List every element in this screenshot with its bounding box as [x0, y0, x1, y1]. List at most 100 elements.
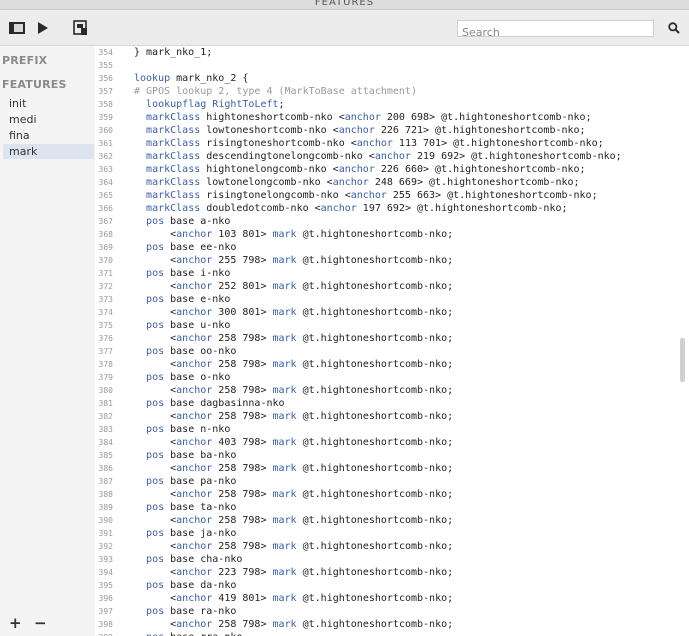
sidebar-item-init[interactable]: init	[3, 96, 94, 111]
sidebar-item-fina[interactable]: fina	[3, 128, 94, 143]
code-line[interactable]: 393 pos base cha-nko	[95, 553, 689, 566]
code-line[interactable]: 371 pos base i-nko	[95, 267, 689, 280]
line-number: 396	[98, 594, 113, 603]
code-line[interactable]: 384 <anchor 403 798> mark @t.hightonesho…	[95, 436, 689, 449]
search-box[interactable]	[457, 20, 654, 40]
code-line[interactable]: 381 pos base dagbasinna-nko	[95, 397, 689, 410]
code-line[interactable]: 363 markClass hightonelongcomb-nko <anch…	[95, 163, 689, 176]
code-line[interactable]: 373 pos base e-nko	[95, 293, 689, 306]
code-text: <anchor 419 801> mark @t.hightoneshortco…	[134, 592, 453, 605]
code-line[interactable]: 385 pos base ba-nko	[95, 449, 689, 462]
editor-scrollbar-thumb[interactable]	[680, 338, 685, 382]
code-token: 255 798>	[212, 255, 273, 266]
sidebar: PREFIX FEATURES init medi fina mark + −	[0, 46, 95, 636]
preview-button[interactable]	[70, 17, 92, 39]
run-button[interactable]	[32, 17, 54, 39]
code-line[interactable]: 358 lookupflag RightToLeft;	[95, 98, 689, 111]
code-line[interactable]: 399 pos base rra-nko	[95, 631, 689, 636]
code-line[interactable]: 376 <anchor 258 798> mark @t.hightonesho…	[95, 332, 689, 345]
sidebar-item-mark[interactable]: mark	[3, 144, 94, 159]
keyword-token: mark	[272, 515, 297, 526]
keyword-token: markClass	[146, 190, 201, 201]
code-line[interactable]: 397 pos base ra-nko	[95, 605, 689, 618]
code-text: <anchor 252 801> mark @t.hightoneshortco…	[134, 280, 453, 293]
code-line[interactable]: 383 pos base n-nko	[95, 423, 689, 436]
code-line[interactable]: 357 # GPOS lookup 2, type 4 (MarkToBase a…	[95, 85, 689, 98]
code-line[interactable]: 359 markClass hightoneshortcomb-nko <anc…	[95, 111, 689, 124]
code-token: @t.hightoneshortcomb-nko;	[296, 541, 454, 552]
sidebar-toggle-icon	[9, 22, 25, 34]
code-token: lowtoneshortcomb-nko <	[200, 125, 339, 136]
code-line[interactable]: 377 pos base oo-nko	[95, 345, 689, 358]
keyword-token: mark	[272, 437, 297, 448]
code-line[interactable]: 367 pos base a-nko	[95, 215, 689, 228]
line-number: 373	[98, 295, 113, 304]
sidebar-item-medi[interactable]: medi	[3, 112, 94, 127]
code-line[interactable]: 387 pos base pa-nko	[95, 475, 689, 488]
line-number: 378	[98, 360, 113, 369]
code-line[interactable]: 369 pos base ee-nko	[95, 241, 689, 254]
code-line[interactable]: 374 <anchor 300 801> mark @t.hightonesho…	[95, 306, 689, 319]
sidebar-toggle-button[interactable]	[6, 17, 28, 39]
code-editor[interactable]: 354} mark_nko_1; 355 356 lookup mark_nko_2 …	[95, 46, 689, 636]
window-title: FEATURES	[314, 0, 375, 8]
code-line[interactable]: 380 <anchor 258 798> mark @t.hightonesho…	[95, 384, 689, 397]
code-line[interactable]: 362 markClass descendingtonelongcomb-nko…	[95, 150, 689, 163]
code-line[interactable]: 365 markClass risingtonelongcomb-nko <an…	[95, 189, 689, 202]
code-token: @t.hightoneshortcomb-nko;	[296, 385, 454, 396]
code-line[interactable]: 368 <anchor 103 801> mark @t.hightonesho…	[95, 228, 689, 241]
code-line[interactable]: 395 pos base da-nko	[95, 579, 689, 592]
sidebar-heading-features[interactable]: FEATURES	[2, 78, 67, 91]
code-text: <anchor 300 801> mark @t.hightoneshortco…	[134, 306, 453, 319]
code-line[interactable]: 370 <anchor 255 798> mark @t.hightonesho…	[95, 254, 689, 267]
remove-feature-button[interactable]: −	[34, 614, 47, 632]
code-line[interactable]: 392 <anchor 258 798> mark @t.hightonesho…	[95, 540, 689, 553]
code-line[interactable]: 386 <anchor 258 798> mark @t.hightonesho…	[95, 462, 689, 475]
code-text: pos base ba-nko	[134, 449, 236, 462]
code-token: hightonelongcomb-nko <	[200, 164, 339, 175]
line-number: 383	[98, 425, 113, 434]
search-input[interactable]	[458, 25, 653, 40]
code-line[interactable]: 382 <anchor 258 798> mark @t.hightonesho…	[95, 410, 689, 423]
code-line[interactable]: 360 markClass lowtoneshortcomb-nko <anch…	[95, 124, 689, 137]
keyword-token: anchor	[176, 463, 213, 474]
code-token: base rra-nko	[164, 632, 242, 636]
code-line[interactable]: 364 markClass lowtonelongcomb-nko <ancho…	[95, 176, 689, 189]
code-token: <	[134, 541, 177, 552]
code-line[interactable]: 372 <anchor 252 801> mark @t.hightonesho…	[95, 280, 689, 293]
code-line[interactable]: 378 <anchor 258 798> mark @t.hightonesho…	[95, 358, 689, 371]
code-line[interactable]: 354} mark_nko_1;	[95, 46, 689, 59]
code-token: @t.hightoneshortcomb-nko;	[296, 437, 454, 448]
add-feature-button[interactable]: +	[9, 614, 22, 632]
code-line[interactable]: 388 <anchor 258 798> mark @t.hightonesho…	[95, 488, 689, 501]
code-line[interactable]: 361 markClass risingtoneshortcomb-nko <a…	[95, 137, 689, 150]
code-line[interactable]: 398 <anchor 258 798> mark @t.hightonesho…	[95, 618, 689, 631]
code-line[interactable]: 375 pos base u-nko	[95, 319, 689, 332]
code-text: pos base oo-nko	[134, 345, 236, 358]
code-token: 300 801>	[212, 307, 273, 318]
code-line[interactable]: 396 <anchor 419 801> mark @t.hightonesho…	[95, 592, 689, 605]
code-line[interactable]: 390 <anchor 258 798> mark @t.hightonesho…	[95, 514, 689, 527]
code-token: base dagbasinna-nko	[164, 398, 285, 409]
sidebar-heading-prefix[interactable]: PREFIX	[2, 54, 47, 67]
code-line[interactable]: 391 pos base ja-nko	[95, 527, 689, 540]
code-line[interactable]: 379 pos base o-nko	[95, 371, 689, 384]
search-button[interactable]	[663, 17, 685, 39]
code-line[interactable]: 394 <anchor 223 798> mark @t.hightonesho…	[95, 566, 689, 579]
keyword-token: pos	[146, 372, 165, 383]
code-text: markClass hightoneshortcomb-nko <anchor …	[134, 111, 592, 124]
code-line[interactable]: 366 markClass doubledotcomb-nko <anchor …	[95, 202, 689, 215]
keyword-token: anchor	[176, 515, 213, 526]
code-line[interactable]: 355	[95, 59, 689, 72]
code-text: markClass doubledotcomb-nko <anchor 197 …	[134, 202, 567, 215]
line-number: 363	[98, 165, 113, 174]
code-line[interactable]: 356 lookup mark_nko_2 {	[95, 72, 689, 85]
code-token: descendingtonelongcomb-nko <	[200, 151, 375, 162]
keyword-token: anchor	[176, 281, 213, 292]
code-line[interactable]: 389 pos base ta-nko	[95, 501, 689, 514]
